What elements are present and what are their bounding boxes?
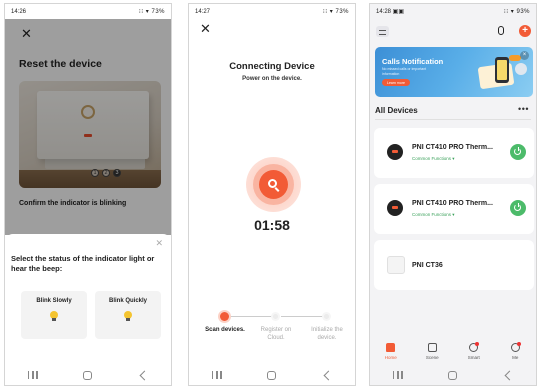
banner-illustration [475,55,527,91]
reset-device-screen: 14:26 ⁝⁝ ▾ 73% ✕ Reset the device 1 2 3 … [4,3,172,386]
step-dot-initialize [322,312,331,321]
home-header: + [370,24,536,42]
banner-close-icon[interactable]: × [520,51,529,60]
back-nav-icon[interactable] [323,370,334,380]
system-nav-bar [370,365,536,385]
status-battery: ⁝⁝ ▾ 73% [322,9,349,15]
status-bar: 14:28 ▣▣ ⁝⁝ ▾ 93% [370,4,536,19]
page-title: Connecting Device [229,61,315,72]
thermostat-thumbnail-icon [387,200,403,216]
connecting-device-screen: 14:27 ⁝⁝ ▾ 73% ✕ Connecting Device Power… [188,3,356,386]
home-nav-icon[interactable] [83,370,93,380]
system-nav-bar [189,365,355,385]
me-icon [510,341,521,352]
lightbulb-icon [122,309,134,323]
home-devices-screen: 14:28 ▣▣ ⁝⁝ ▾ 93% + Calls Notification N… [369,3,537,386]
status-bar: 14:26 ⁝⁝ ▾ 73% [5,4,171,19]
home-nav-icon[interactable] [267,370,277,380]
home-nav-icon[interactable] [448,370,458,380]
back-nav-icon[interactable] [504,370,515,380]
status-battery: ⁝⁝ ▾ 73% [138,9,165,15]
power-toggle-button[interactable] [510,200,526,216]
blink-slowly-label: Blink Slowly [36,298,72,304]
device-name: PNI CT410 PRO Therm... [412,200,493,207]
page-subtitle: Power on the device. [242,76,302,82]
step-label-initialize: Initialize the device. [311,327,343,341]
power-toggle-button[interactable] [510,144,526,160]
step-label-scan: Scan devices. [205,327,245,333]
tab-scene[interactable]: Scene [416,342,448,360]
smart-icon [469,341,480,352]
banner-subtitle: No missed calls or important information [382,67,427,76]
device-thumbnail-icon [387,256,405,274]
step-connector [281,316,328,317]
countdown-timer: 01:58 [254,217,290,233]
tab-smart[interactable]: Smart [458,341,490,360]
recent-apps-icon[interactable] [392,371,403,379]
blink-quickly-label: Blink Quickly [108,298,147,304]
thermostat-thumbnail-icon [387,144,403,160]
section-divider [375,119,531,120]
microphone-icon[interactable] [498,26,504,35]
lightbulb-icon [48,309,60,323]
sheet-title: Select the status of the indicator light… [11,254,155,273]
tab-home[interactable]: Home [375,342,407,360]
home-icon [386,342,396,352]
scene-icon [427,342,437,352]
device-card[interactable]: PNI CT410 PRO Therm... Common Functions … [374,128,534,178]
device-name: PNI CT36 [412,262,443,269]
search-icon [267,178,280,192]
common-functions-dropdown[interactable]: Common Functions ▾ [412,212,455,218]
modal-overlay[interactable] [5,19,171,235]
calls-notification-banner[interactable]: Calls Notification No missed calls or im… [375,47,533,97]
close-icon[interactable]: ✕ [200,21,211,37]
recent-apps-icon[interactable] [211,371,222,379]
sheet-close-icon[interactable]: ✕ [155,238,163,249]
status-time: 14:27 [195,8,211,15]
device-card[interactable]: PNI CT410 PRO Therm... Common Functions … [374,184,534,234]
status-bar: 14:27 ⁝⁝ ▾ 73% [189,4,355,19]
section-title: All Devices [375,106,418,115]
tab-me[interactable]: Me [499,341,531,360]
status-time: 14:26 [11,8,27,15]
step-dot-register [271,312,280,321]
device-card[interactable]: PNI CT36 [374,240,534,290]
common-functions-dropdown[interactable]: Common Functions ▾ [412,156,455,162]
step-connector [229,316,276,317]
blink-slowly-option[interactable]: Blink Slowly [21,291,87,339]
home-switch-icon[interactable] [376,26,389,37]
step-dot-scan [220,312,229,321]
banner-title: Calls Notification [382,57,444,66]
status-time: 14:28 ▣▣ [376,9,405,15]
system-nav-bar [5,365,171,385]
indicator-status-sheet: ✕ Select the status of the indicator lig… [5,234,171,367]
recent-apps-icon[interactable] [27,371,38,379]
more-options-icon[interactable]: ••• [518,104,529,114]
status-battery: ⁝⁝ ▾ 93% [503,9,530,15]
scan-button [259,170,288,199]
device-name: PNI CT410 PRO Therm... [412,144,493,151]
add-device-button[interactable]: + [519,25,531,37]
blink-quickly-option[interactable]: Blink Quickly [95,291,161,339]
back-nav-icon[interactable] [139,370,150,380]
banner-learn-more-button[interactable]: Learn more [382,79,410,86]
step-label-register: Register on Cloud. [260,327,292,341]
bottom-tab-bar: Home Scene Smart Me [370,337,536,365]
